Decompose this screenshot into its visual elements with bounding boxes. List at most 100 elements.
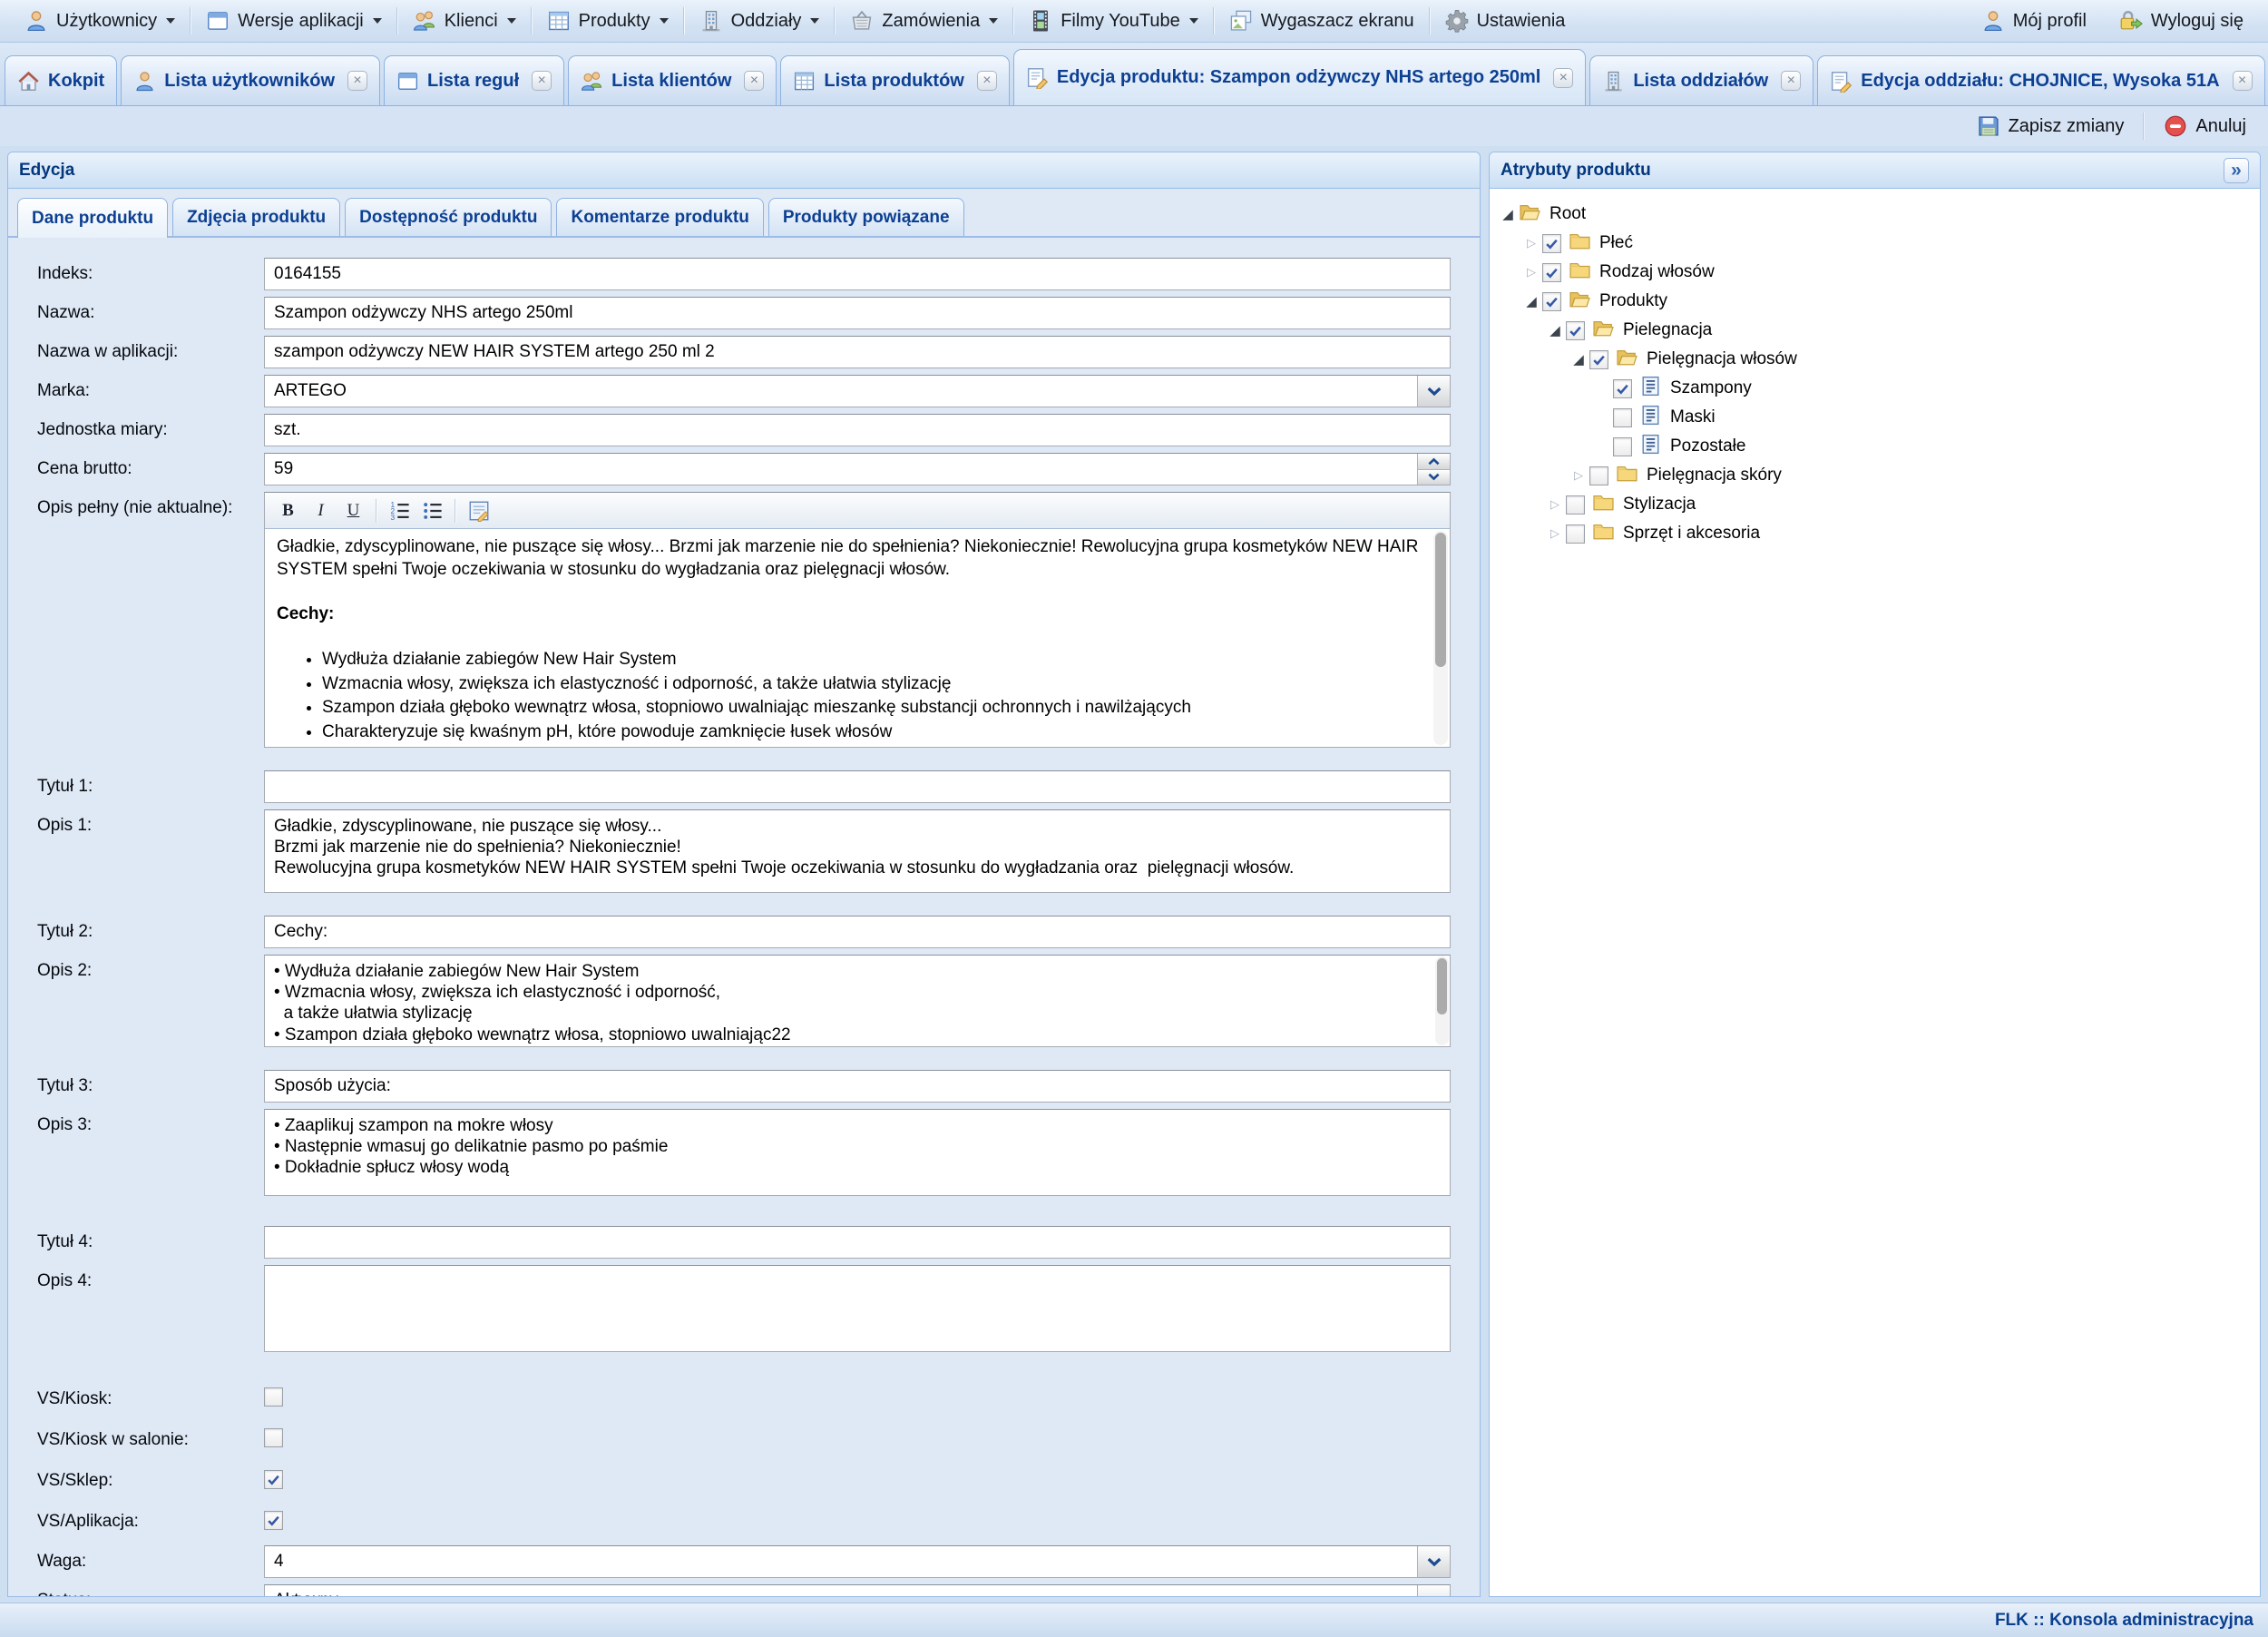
menu-item-filmy-youtube[interactable]: Filmy YouTube xyxy=(1017,4,1210,38)
combo-trigger-button[interactable] xyxy=(1417,376,1450,407)
jednostka-miary-input[interactable] xyxy=(264,414,1451,446)
tab-dane-produktu[interactable]: Dane produktu xyxy=(17,198,168,238)
tree-node-pielegnacja-wlosow[interactable]: ◢ Pielęgnacja włosów xyxy=(1497,345,2253,374)
opis3-textarea[interactable]: • Zaaplikuj szampon na mokre włosy • Nas… xyxy=(264,1109,1451,1196)
tab-lista-klientow[interactable]: Lista klientów × xyxy=(568,55,777,105)
tree-node-produkty[interactable]: ◢ Produkty xyxy=(1497,287,2253,316)
menu-item-zamowienia[interactable]: Zamówienia xyxy=(838,4,1010,38)
expander-icon[interactable]: ▷ xyxy=(1520,266,1542,279)
save-button[interactable]: Zapisz zmiany xyxy=(1970,112,2132,141)
tree-checkbox[interactable] xyxy=(1566,495,1585,515)
vs-aplikacja-checkbox[interactable] xyxy=(264,1511,283,1530)
tree-node-pielegnacja[interactable]: ◢ Pielegnacja xyxy=(1497,316,2253,345)
vs-kiosk-w-salonie-checkbox[interactable] xyxy=(264,1428,283,1447)
menu-item-oddzialy[interactable]: Oddziały xyxy=(688,4,832,38)
expander-icon[interactable]: ▷ xyxy=(1544,527,1566,541)
tree-checkbox[interactable] xyxy=(1542,234,1561,253)
spinner-down-button[interactable] xyxy=(1417,469,1450,485)
menu-item-klienci[interactable]: Klienci xyxy=(401,4,528,38)
source-edit-button[interactable] xyxy=(464,497,494,524)
combo-trigger-button[interactable] xyxy=(1417,1585,1450,1596)
tab-lista-uzytkownikow[interactable]: Lista użytkowników × xyxy=(121,55,380,105)
tree-checkbox[interactable] xyxy=(1613,437,1632,456)
expander-icon[interactable]: ◢ xyxy=(1544,322,1566,338)
comb o-trigger-button[interactable] xyxy=(1417,1546,1450,1577)
vs-kiosk-checkbox[interactable] xyxy=(264,1387,283,1407)
tab-edycja-oddzialu[interactable]: Edycja oddziału: CHOJNICE, Wysoka 51A × xyxy=(1817,55,2264,105)
tree-checkbox[interactable] xyxy=(1589,350,1608,369)
scrollbar-thumb[interactable] xyxy=(1437,958,1447,1015)
opis1-textarea[interactable]: Gładkie, zdyscyplinowane, nie puszące si… xyxy=(264,809,1451,893)
tab-dostepnosc-produktu[interactable]: Dostępność produktu xyxy=(345,198,552,236)
unordered-list-button[interactable] xyxy=(417,497,447,524)
tree-node-pozostale[interactable]: Pozostałe xyxy=(1497,432,2253,461)
tytul3-input[interactable] xyxy=(264,1070,1451,1103)
tree-checkbox[interactable] xyxy=(1542,292,1561,311)
cena-brutto-input[interactable] xyxy=(264,453,1451,485)
expander-icon[interactable]: ◢ xyxy=(1520,293,1542,309)
vs-sklep-checkbox[interactable] xyxy=(264,1470,283,1489)
menu-item-wygaszacz-ekranu[interactable]: Wygaszacz ekranu xyxy=(1217,4,1426,38)
tree-node-sprzet-i-akcesoria[interactable]: ▷ Sprzęt i akcesoria xyxy=(1497,519,2253,548)
collapse-panel-button[interactable]: » xyxy=(2224,158,2249,183)
tree-node-szampony[interactable]: Szampony xyxy=(1497,374,2253,403)
tab-edycja-produktu[interactable]: Edycja produktu: Szampon odżywczy NHS ar… xyxy=(1013,49,1586,105)
tree-checkbox[interactable] xyxy=(1566,321,1585,340)
tab-lista-oddzialow[interactable]: Lista oddziałów × xyxy=(1589,55,1813,105)
menu-item-wersje-aplikacji[interactable]: Wersje aplikacji xyxy=(194,4,394,38)
nazwa-input[interactable] xyxy=(264,297,1451,329)
tab-produkty-powiazane[interactable]: Produkty powiązane xyxy=(768,198,964,236)
menu-item-uzytkownicy[interactable]: Użytkownicy xyxy=(13,4,187,38)
menu-item-produkty[interactable]: Produkty xyxy=(535,4,680,38)
scrollbar-thumb[interactable] xyxy=(1435,533,1446,667)
spinner-up-button[interactable] xyxy=(1417,454,1450,469)
indeks-input[interactable] xyxy=(264,258,1451,290)
tree-node-maski[interactable]: Maski xyxy=(1497,403,2253,432)
nazwa-w-aplikacji-input[interactable] xyxy=(264,336,1451,368)
ordered-list-button[interactable]: 123 xyxy=(385,497,415,524)
tab-kokpit[interactable]: Kokpit xyxy=(5,55,117,105)
tree-node-plec[interactable]: ▷ Płeć xyxy=(1497,229,2253,258)
tab-lista-produktow[interactable]: Lista produktów × xyxy=(780,55,1009,105)
close-icon[interactable]: × xyxy=(744,71,764,91)
editor-scrollbar[interactable] xyxy=(1433,531,1448,745)
tree-checkbox[interactable] xyxy=(1613,379,1632,398)
expander-icon[interactable]: ◢ xyxy=(1497,206,1519,222)
expander-icon[interactable]: ▷ xyxy=(1568,469,1589,483)
close-icon[interactable]: × xyxy=(532,71,552,91)
opis2-textarea[interactable]: • Wydłuża działanie zabiegów New Hair Sy… xyxy=(264,955,1451,1047)
my-profile-button[interactable]: Mój profil xyxy=(1970,4,2098,38)
tree-checkbox[interactable] xyxy=(1613,408,1632,427)
tab-lista-regul[interactable]: Lista reguł × xyxy=(384,55,564,105)
tree-checkbox[interactable] xyxy=(1589,466,1608,485)
cancel-button[interactable]: Anuluj xyxy=(2156,112,2253,141)
logout-button[interactable]: Wyloguj się xyxy=(2107,4,2255,38)
close-icon[interactable]: × xyxy=(1781,71,1801,91)
close-icon[interactable]: × xyxy=(977,71,997,91)
bold-button[interactable]: B xyxy=(273,497,303,524)
waga-combo[interactable] xyxy=(264,1545,1451,1578)
tree-checkbox[interactable] xyxy=(1542,263,1561,282)
expander-icon[interactable]: ▷ xyxy=(1544,498,1566,512)
tab-komentarze-produktu[interactable]: Komentarze produktu xyxy=(556,198,763,236)
editor-content[interactable]: Gładkie, zdyscyplinowane, nie puszące si… xyxy=(265,529,1450,747)
tree-node-stylizacja[interactable]: ▷ Stylizacja xyxy=(1497,490,2253,519)
expander-icon[interactable]: ◢ xyxy=(1568,351,1589,368)
tree-node-root[interactable]: ◢ Root xyxy=(1497,200,2253,229)
expander-icon[interactable]: ▷ xyxy=(1520,237,1542,250)
close-icon[interactable]: × xyxy=(2233,71,2253,91)
tree-node-pielegnacja-skory[interactable]: ▷ Pielęgnacja skóry xyxy=(1497,461,2253,490)
tytul4-input[interactable] xyxy=(264,1226,1451,1259)
status-combo[interactable] xyxy=(264,1584,1451,1596)
italic-button[interactable]: I xyxy=(306,497,336,524)
tree-checkbox[interactable] xyxy=(1566,524,1585,544)
opis4-textarea[interactable] xyxy=(264,1265,1451,1352)
close-icon[interactable]: × xyxy=(1553,68,1573,88)
tab-zdjecia-produktu[interactable]: Zdjęcia produktu xyxy=(172,198,340,236)
tree-node-rodzaj-wlosow[interactable]: ▷ Rodzaj włosów xyxy=(1497,258,2253,287)
menu-item-ustawienia[interactable]: Ustawienia xyxy=(1433,4,1578,38)
textarea-scrollbar[interactable] xyxy=(1435,956,1449,1045)
underline-button[interactable]: U xyxy=(338,497,368,524)
marka-combo[interactable] xyxy=(264,375,1451,407)
close-icon[interactable]: × xyxy=(347,71,367,91)
